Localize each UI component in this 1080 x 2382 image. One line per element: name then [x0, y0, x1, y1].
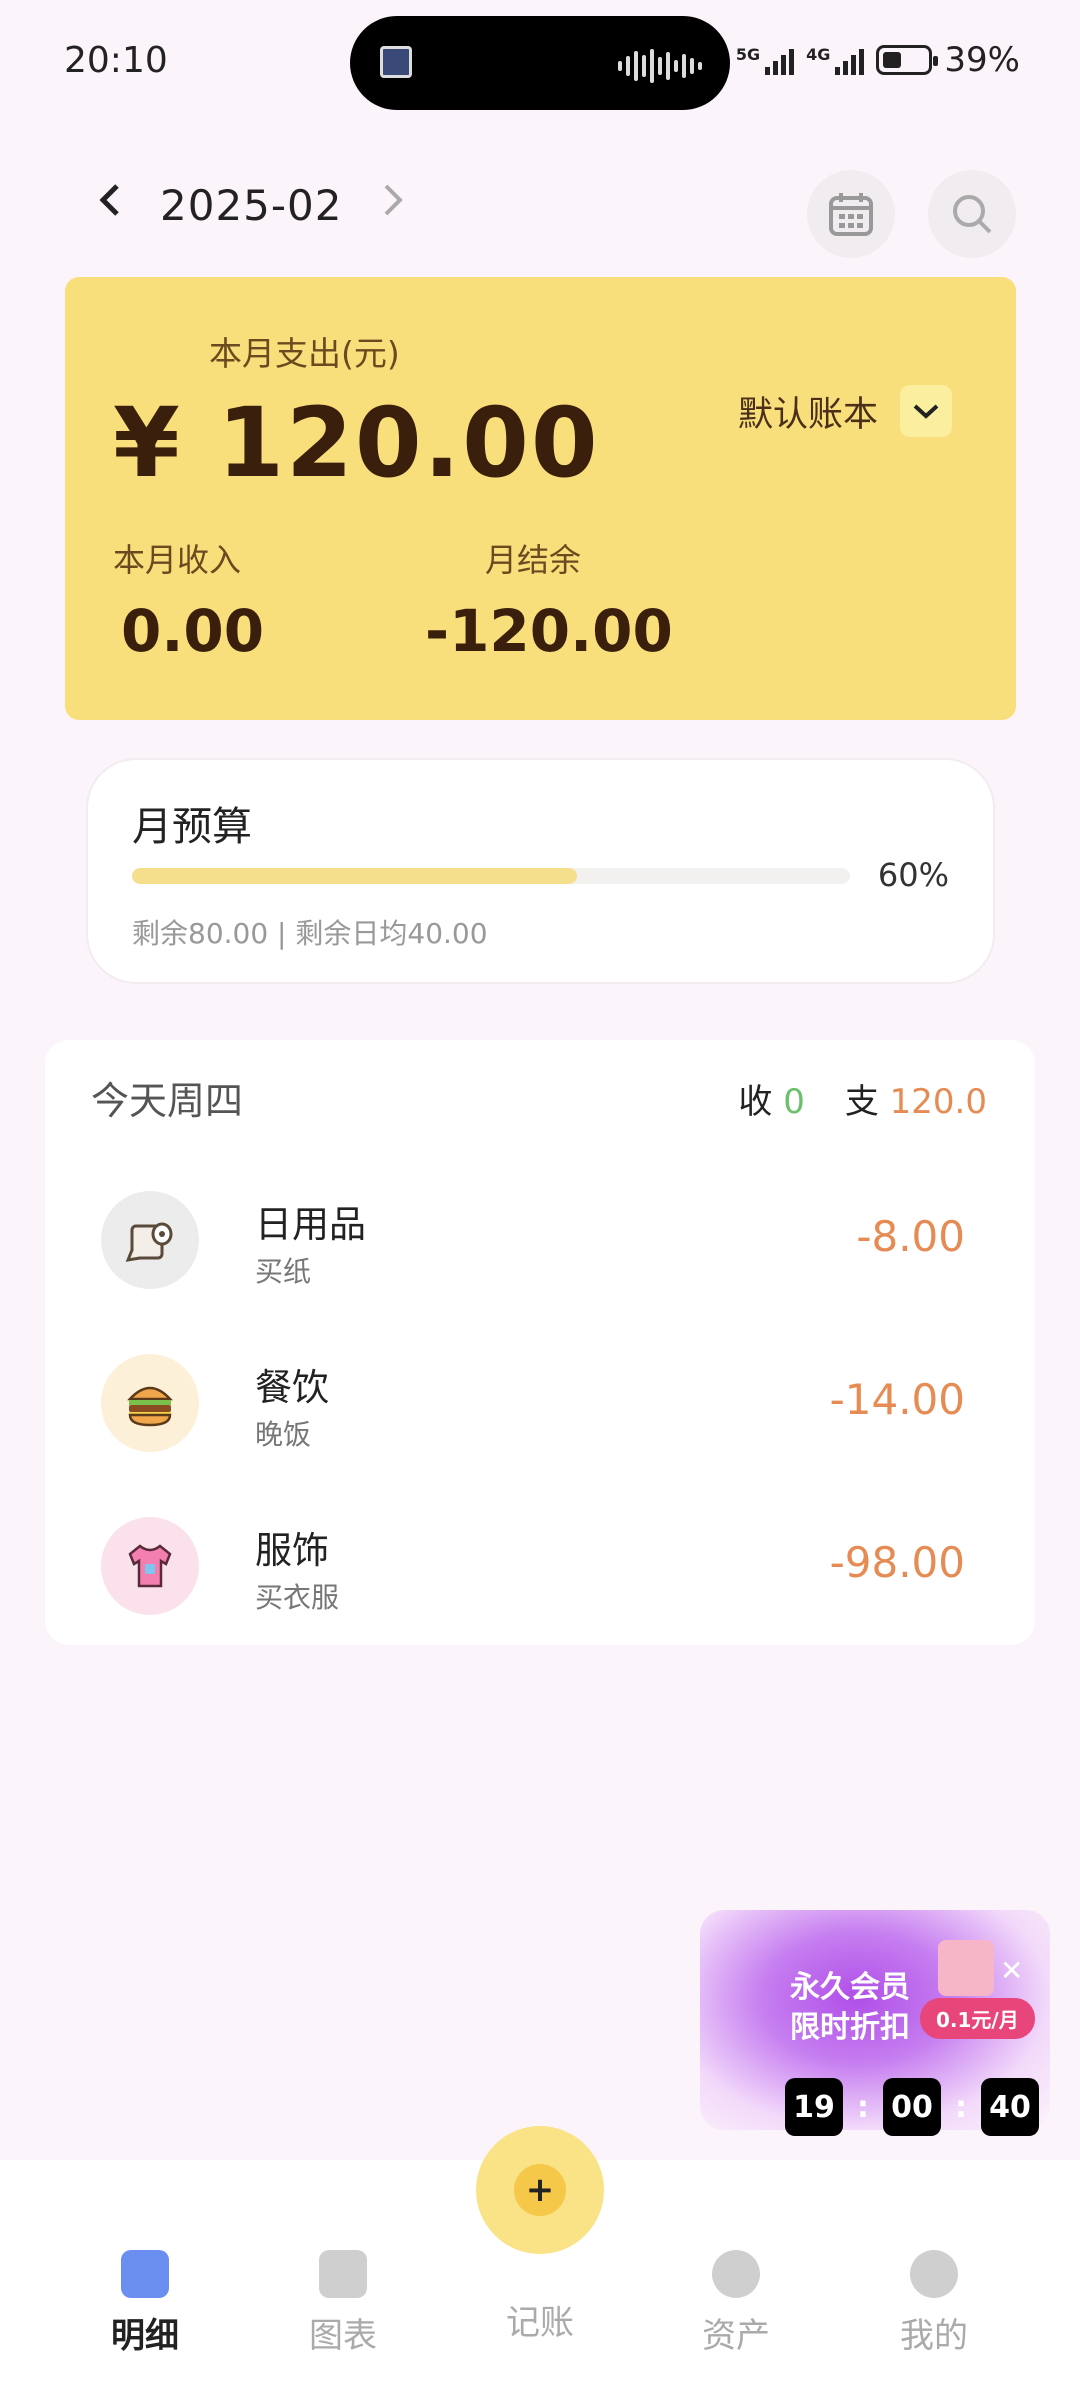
plus-icon: +	[514, 2164, 566, 2216]
transaction-row[interactable]: 服饰 买衣服 -98.00	[45, 1484, 1035, 1647]
transaction-note: 晚饭	[255, 1418, 312, 1451]
transaction-amount: -14.00	[829, 1375, 965, 1424]
audio-wave-icon	[618, 48, 702, 84]
calendar-icon	[829, 193, 873, 236]
media-thumbnail-icon	[380, 46, 412, 78]
balance-label: 月结余	[485, 541, 582, 579]
budget-progress-fill	[132, 868, 578, 884]
day-expense: 支 120.0	[844, 1082, 987, 1122]
ledger-selector[interactable]: 默认账本	[738, 385, 952, 437]
prev-month-button[interactable]	[90, 180, 130, 230]
day-transactions-card: 今天周四 收 0 支 120.0 日用品 买纸 -8.00 餐饮 晚饭 -14.…	[45, 1040, 1035, 1645]
day-title: 今天周四	[91, 1079, 244, 1123]
search-icon	[953, 195, 992, 234]
tab-label: 记账	[506, 2303, 574, 2343]
chevron-right-icon	[384, 184, 403, 216]
countdown-minutes: 00	[883, 2078, 941, 2136]
list-document-icon	[121, 2250, 169, 2298]
tab-label: 资产	[702, 2316, 770, 2356]
countdown-seconds: 40	[981, 2078, 1039, 2136]
monthly-budget-card[interactable]: 月预算 60% 剩余80.00 | 剩余日均40.00	[88, 760, 993, 982]
tab-assets[interactable]: 资产	[666, 2250, 806, 2357]
ledger-name: 默认账本	[737, 394, 878, 435]
transaction-amount: -8.00	[856, 1212, 965, 1261]
status-bar: 20:10 5G 4G 39%	[0, 0, 1080, 125]
signal-4g-icon: 4G	[806, 45, 865, 75]
tab-details[interactable]: 明细	[75, 2250, 215, 2357]
month-navigator: 2025-02	[90, 180, 413, 230]
calendar-button[interactable]	[807, 170, 895, 258]
transaction-row[interactable]: 餐饮 晚饭 -14.00	[45, 1321, 1035, 1484]
monthly-summary-card: 本月支出(元) ¥ 120.00 默认账本 本月收入 0.00 月结余 -120…	[65, 277, 1016, 720]
income-value: 0.00	[121, 597, 265, 665]
battery-icon	[876, 45, 939, 75]
search-button[interactable]	[928, 170, 1016, 258]
avatar-icon	[910, 2250, 958, 2298]
balance-value: -120.00	[425, 597, 673, 665]
tab-label: 我的	[900, 2316, 968, 2356]
expense-label: 本月支出(元)	[209, 334, 400, 373]
gift-box-icon	[938, 1940, 994, 1996]
transaction-category: 服饰	[255, 1529, 329, 1572]
countdown-hours: 19	[785, 2078, 843, 2136]
battery-percent: 39%	[944, 40, 1020, 80]
budget-remaining: 剩余80.00 | 剩余日均40.00	[132, 917, 488, 950]
promo-title: 永久会员	[790, 1970, 910, 2005]
ledger-dropdown-button[interactable]	[900, 385, 952, 437]
piggy-bank-icon	[712, 2250, 760, 2298]
transaction-note: 买衣服	[255, 1581, 340, 1614]
expense-amount: ¥ 120.00	[113, 387, 600, 499]
day-income: 收 0	[738, 1082, 805, 1122]
promo-countdown: 19 : 00 : 40	[785, 2078, 1039, 2136]
chart-icon	[319, 2250, 367, 2298]
close-icon[interactable]: ✕	[1000, 1954, 1023, 1987]
day-totals: 收 0 支 120.0	[738, 1074, 987, 1123]
current-month[interactable]: 2025-02	[160, 181, 343, 230]
vip-promo-banner[interactable]: 永久会员 限时折扣 0.1元/月 ✕ 19 : 00 : 40	[700, 1910, 1050, 2136]
chevron-left-icon	[99, 184, 119, 216]
next-month-button[interactable]	[373, 180, 413, 230]
dynamic-island	[350, 16, 730, 110]
income-label: 本月收入	[113, 541, 242, 579]
transaction-amount: -98.00	[829, 1538, 965, 1587]
transaction-note: 买纸	[255, 1255, 312, 1288]
signal-5g-icon: 5G	[736, 45, 795, 75]
burger-icon	[101, 1354, 199, 1452]
status-indicators: 5G 4G 39%	[736, 40, 1020, 80]
tab-charts[interactable]: 图表	[273, 2250, 413, 2357]
budget-percent: 60%	[877, 856, 949, 894]
toilet-paper-icon	[101, 1191, 199, 1289]
transaction-category: 日用品	[255, 1203, 366, 1246]
tshirt-icon	[101, 1517, 199, 1615]
tab-profile[interactable]: 我的	[864, 2250, 1004, 2357]
promo-subtitle: 限时折扣	[790, 2010, 910, 2045]
budget-progress-bar	[132, 868, 850, 884]
chevron-down-icon	[913, 404, 939, 419]
transaction-category: 餐饮	[255, 1366, 329, 1409]
tab-label: 图表	[309, 2316, 377, 2356]
promo-price: 0.1元/月	[920, 1998, 1035, 2039]
tab-label: 明细	[111, 2316, 179, 2356]
budget-title: 月预算	[132, 804, 252, 850]
add-record-button[interactable]: +	[476, 2126, 604, 2254]
transaction-row[interactable]: 日用品 买纸 -8.00	[45, 1158, 1035, 1321]
status-time: 20:10	[64, 40, 168, 81]
